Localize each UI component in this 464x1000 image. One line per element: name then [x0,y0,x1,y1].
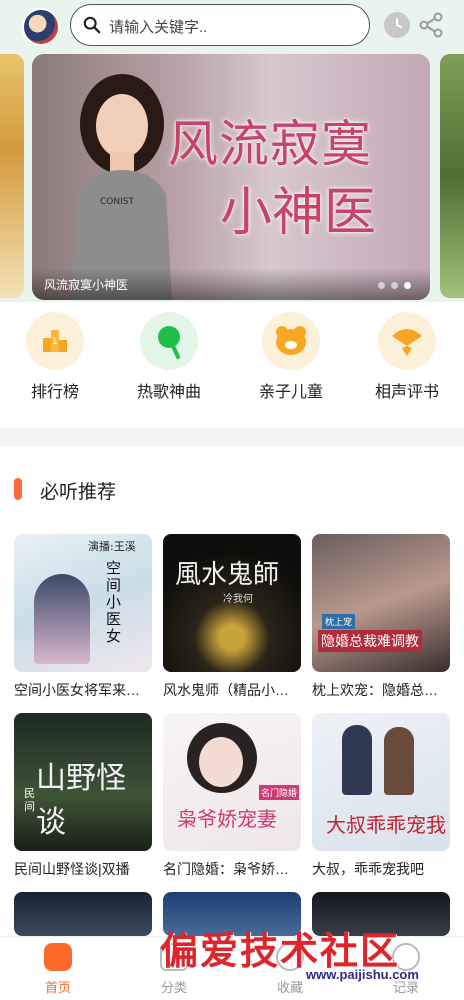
category-label: 排行榜 [30,384,79,401]
nav-label: 首页 [44,980,71,995]
banner-caption: 风流寂寞小神医 [44,278,129,292]
book-cover: 風水鬼師 冷我何 [163,534,301,672]
book-card[interactable]: 枕上宠 隐婚总裁难调教 枕上欢宠：隐婚总裁难调教 [312,534,450,700]
microphone-icon [140,312,198,370]
watermark-url: www.paijishu.com [306,967,419,982]
book-cover: 山野怪谈 民间 [14,713,152,851]
book-card[interactable]: 枭爷娇宠妻 名门隐婚 名门隐婚：枭爷娇宠妻 [163,713,301,879]
svg-text:CONIST: CONIST [100,197,134,207]
banner-title-line2: 小神医 [220,183,377,243]
nav-home[interactable]: 首页 [18,943,98,996]
category-label: 相声评书 [374,384,439,401]
pagination-dot[interactable] [378,282,385,289]
banner-slide[interactable]: CONIST 风流寂寞 小神医 风流寂寞小神医 [32,54,430,300]
cover-tag: 民间 [24,787,35,813]
book-title: 风水鬼师（精品小说） [163,682,301,698]
svg-text:1: 1 [52,337,58,347]
category-label: 亲子儿童 [258,384,323,401]
category-label: 热歌神曲 [136,384,201,401]
cover-author: 冷我何 [223,594,253,605]
pagination-dot[interactable] [391,282,398,289]
cover-title: 山野怪谈 [36,761,126,840]
category-row: 1 排行榜 热歌神曲 亲子儿童 相声评书 [0,312,464,422]
category-crosstalk[interactable]: 相声评书 [352,312,462,402]
pagination-dot-active[interactable] [404,282,411,289]
section-title: 必听推荐 [40,482,117,503]
cover-narrator: 演播:王溪 [88,540,136,553]
book-card[interactable]: 風水鬼師 冷我何 风水鬼师（精品小说） [163,534,301,700]
cover-tag: 枕上宠 [322,614,356,629]
banner-prev-slide[interactable] [0,54,24,298]
cover-title: 空间小医女 [106,559,122,645]
section-accent-bar [14,478,22,500]
cover-tag: 名门隐婚 [259,785,300,800]
book-title: 枕上欢宠：隐婚总裁难调教 [312,682,450,698]
fan-icon [378,312,436,370]
book-title: 民间山野怪谈|双播 [14,861,130,877]
category-hot-songs[interactable]: 热歌神曲 [114,312,224,402]
book-title: 大叔，乖乖宠我吧 [312,861,424,877]
share-icon[interactable] [418,12,444,38]
category-ranking[interactable]: 1 排行榜 [0,312,110,402]
book-card[interactable]: 演播:王溪 空间小医女 空间小医女将军来种田 [14,534,152,700]
book-cover [14,892,152,936]
home-icon [44,943,72,971]
book-cover: 大叔乖乖宠我 [312,713,450,851]
category-kids[interactable]: 亲子儿童 [236,312,346,402]
banner-pagination [378,282,411,289]
cover-title: 風水鬼師 [175,560,280,590]
book-cover: 枕上宠 隐婚总裁难调教 [312,534,450,672]
banner-title-line1: 风流寂寞 [168,115,372,173]
book-card[interactable]: 大叔乖乖宠我 大叔，乖乖宠我吧 [312,713,450,879]
book-card[interactable]: 山野怪谈 民间 民间山野怪谈|双播 [14,713,152,879]
book-title: 名门隐婚：枭爷娇宠妻 [163,861,301,877]
history-clock-icon[interactable] [384,12,410,38]
book-card[interactable] [14,892,152,936]
book-cover: 枭爷娇宠妻 名门隐婚 [163,713,301,851]
search-icon [83,16,101,34]
bear-icon [262,312,320,370]
top-bar: 请输入关键字.. [0,0,464,52]
banner-figure-image: CONIST [72,74,172,300]
book-title: 空间小医女将军来种田 [14,682,152,698]
section-divider [0,428,464,446]
search-box[interactable]: 请输入关键字.. [70,4,370,46]
cover-title: 大叔乖乖宠我 [326,813,446,837]
nav-label: 分类 [160,980,187,995]
user-avatar[interactable] [22,8,60,46]
ranking-icon: 1 [26,312,84,370]
cover-title: 隐婚总裁难调教 [318,630,422,652]
book-cover: 演播:王溪 空间小医女 [14,534,152,672]
cover-title: 枭爷娇宠妻 [177,807,277,831]
banner-next-slide[interactable] [440,54,464,298]
search-placeholder: 请输入关键字.. [109,19,208,36]
